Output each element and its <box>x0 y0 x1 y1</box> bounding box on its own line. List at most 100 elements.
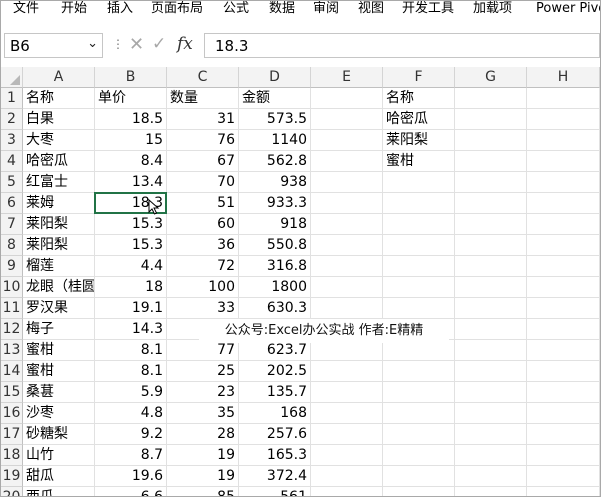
value-cell[interactable]: 6.6 <box>95 487 167 496</box>
table-header-cell[interactable]: 金额 <box>239 88 311 109</box>
row-header-1[interactable]: 1 <box>1 88 23 109</box>
value-cell[interactable]: 316.8 <box>239 256 311 277</box>
cell-empty[interactable] <box>455 151 527 172</box>
value-cell[interactable]: 4.8 <box>95 403 167 424</box>
cell-empty[interactable] <box>455 235 527 256</box>
cell-empty[interactable] <box>527 319 600 340</box>
cell-empty[interactable] <box>311 361 383 382</box>
value-cell[interactable]: 67 <box>167 151 239 172</box>
row-header-14[interactable]: 14 <box>1 361 23 382</box>
value-cell[interactable]: 31 <box>167 109 239 130</box>
value-cell[interactable]: 573.5 <box>239 109 311 130</box>
value-cell[interactable]: 70 <box>167 172 239 193</box>
value-cell[interactable]: 23 <box>167 382 239 403</box>
column-header-e[interactable]: E <box>311 67 383 88</box>
tab-page-layout[interactable]: 页面布局 <box>151 1 203 18</box>
criteria-value-cell[interactable]: 蜜柑 <box>383 151 455 172</box>
name-cell[interactable]: 山竹 <box>23 445 95 466</box>
criteria-value-cell[interactable]: 莱阳梨 <box>383 130 455 151</box>
row-header-2[interactable]: 2 <box>1 109 23 130</box>
cell-empty[interactable] <box>455 445 527 466</box>
cell-empty[interactable] <box>527 172 600 193</box>
name-cell[interactable]: 红富士 <box>23 172 95 193</box>
cell-empty[interactable] <box>455 109 527 130</box>
tab-formulas[interactable]: 公式 <box>223 1 249 18</box>
name-cell[interactable]: 榴莲 <box>23 256 95 277</box>
cell-empty[interactable] <box>455 403 527 424</box>
row-header-4[interactable]: 4 <box>1 151 23 172</box>
cell-empty[interactable] <box>311 193 383 214</box>
cell-empty[interactable] <box>455 298 527 319</box>
value-cell[interactable]: 19 <box>167 466 239 487</box>
cell-empty[interactable] <box>311 424 383 445</box>
cell-empty[interactable] <box>455 319 527 340</box>
cell-empty[interactable] <box>311 298 383 319</box>
column-header-d[interactable]: D <box>239 67 311 88</box>
cell-empty[interactable] <box>527 193 600 214</box>
tab-add-ins[interactable]: 加载项 <box>473 1 512 18</box>
value-cell[interactable]: 8.4 <box>95 151 167 172</box>
formula-input[interactable]: 18.3 <box>204 33 600 58</box>
cell-empty[interactable] <box>455 487 527 496</box>
row-header-3[interactable]: 3 <box>1 130 23 151</box>
tab-insert[interactable]: 插入 <box>107 1 133 18</box>
cell-empty[interactable] <box>455 277 527 298</box>
value-cell[interactable]: 918 <box>239 214 311 235</box>
column-header-g[interactable]: G <box>455 67 527 88</box>
value-cell[interactable]: 938 <box>239 172 311 193</box>
value-cell[interactable]: 562.8 <box>239 151 311 172</box>
cell-empty[interactable] <box>311 340 383 361</box>
value-cell[interactable]: 72 <box>167 256 239 277</box>
cell-empty[interactable] <box>311 172 383 193</box>
cell-empty[interactable] <box>311 235 383 256</box>
name-cell[interactable]: 梅子 <box>23 319 95 340</box>
row-header-8[interactable]: 8 <box>1 235 23 256</box>
cell-empty[interactable] <box>527 361 600 382</box>
criteria-header-cell[interactable]: 名称 <box>383 88 455 109</box>
cell-empty[interactable] <box>455 382 527 403</box>
row-header-5[interactable]: 5 <box>1 172 23 193</box>
cell-empty[interactable] <box>311 403 383 424</box>
cell-empty[interactable] <box>383 193 455 214</box>
value-cell[interactable]: 76 <box>167 130 239 151</box>
criteria-value-cell[interactable]: 哈密瓜 <box>383 109 455 130</box>
column-header-c[interactable]: C <box>167 67 239 88</box>
value-cell[interactable]: 19.6 <box>95 466 167 487</box>
value-cell[interactable]: 36 <box>167 235 239 256</box>
name-cell[interactable]: 蜜柑 <box>23 340 95 361</box>
value-cell[interactable]: 100 <box>167 277 239 298</box>
value-cell[interactable]: 33 <box>167 298 239 319</box>
value-cell[interactable]: 13.4 <box>95 172 167 193</box>
cell-empty[interactable] <box>383 214 455 235</box>
cell-empty[interactable] <box>455 256 527 277</box>
cell-empty[interactable] <box>455 88 527 109</box>
name-box[interactable]: B6 ⌄ <box>4 33 103 58</box>
value-cell[interactable]: 1140 <box>239 130 311 151</box>
value-cell[interactable]: 28 <box>167 424 239 445</box>
row-header-18[interactable]: 18 <box>1 445 23 466</box>
name-cell[interactable]: 莱阳梨 <box>23 235 95 256</box>
value-cell[interactable]: 8.1 <box>95 361 167 382</box>
table-header-cell[interactable]: 名称 <box>23 88 95 109</box>
row-header-15[interactable]: 15 <box>1 382 23 403</box>
tab-developer[interactable]: 开发工具 <box>402 1 454 18</box>
row-header-6[interactable]: 6 <box>1 193 23 214</box>
cell-empty[interactable] <box>383 445 455 466</box>
cell-empty[interactable] <box>527 235 600 256</box>
cell-empty[interactable] <box>383 298 455 319</box>
more-options-icon[interactable]: ⋮ <box>112 37 124 51</box>
cell-empty[interactable] <box>455 214 527 235</box>
value-cell[interactable]: 51 <box>167 193 239 214</box>
tab-power-pivot[interactable]: Power Pivo <box>536 1 600 18</box>
row-header-11[interactable]: 11 <box>1 298 23 319</box>
cell-empty[interactable] <box>527 130 600 151</box>
cell-empty[interactable] <box>527 382 600 403</box>
worksheet-grid[interactable]: ABCDEFGH 1234567891011121314151617181920… <box>1 67 600 496</box>
cell-empty[interactable] <box>527 445 600 466</box>
value-cell[interactable]: 372.4 <box>239 466 311 487</box>
cell-empty[interactable] <box>311 382 383 403</box>
cell-empty[interactable] <box>383 487 455 496</box>
cell-empty[interactable] <box>455 340 527 361</box>
column-header-h[interactable]: H <box>527 67 600 88</box>
cell-empty[interactable] <box>383 382 455 403</box>
